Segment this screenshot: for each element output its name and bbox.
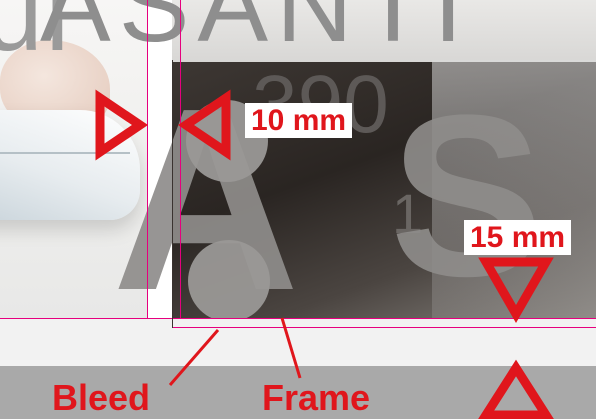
frame-label: Frame bbox=[262, 377, 371, 418]
horizontal-measure-label: 10 mm bbox=[245, 103, 353, 138]
page-heading: ASANTI bbox=[40, 0, 471, 64]
bleed-guide-horizontal bbox=[172, 327, 596, 328]
print-layout-diagram: ul ASANTI 390 1 A S bbox=[0, 0, 596, 419]
trim-guide-horizontal bbox=[0, 318, 596, 319]
bottom-margin-area bbox=[0, 318, 596, 366]
bleed-guide-vertical bbox=[172, 60, 173, 328]
logo-dot-bottom bbox=[188, 240, 270, 322]
bleed-label: Bleed bbox=[52, 377, 151, 418]
vertical-measure-label: 15 mm bbox=[464, 220, 572, 255]
logo-letter-s: S bbox=[390, 67, 544, 324]
frame-guide-vertical bbox=[180, 0, 181, 318]
left-page-device-edge bbox=[0, 152, 130, 154]
left-page-trim-guide bbox=[147, 0, 148, 318]
